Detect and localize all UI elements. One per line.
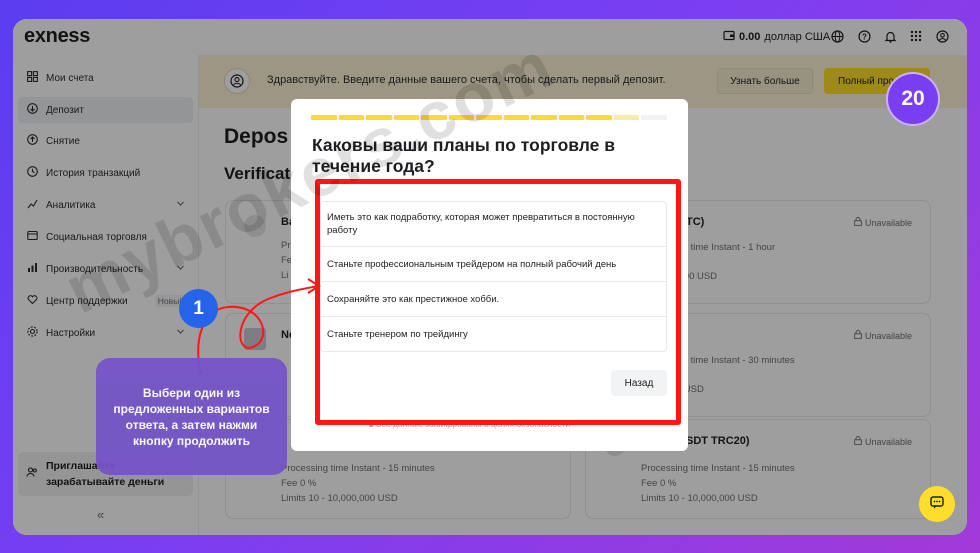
progress-segment	[558, 115, 584, 120]
highlight-frame	[315, 179, 681, 425]
progress-segment	[586, 115, 612, 120]
instruction-tooltip: Выбери один из предложенных вариантов от…	[96, 358, 287, 475]
step-counter-badge: 20	[886, 72, 940, 126]
progress-segment	[503, 115, 529, 120]
progress-segment	[311, 115, 337, 120]
chat-icon	[929, 494, 945, 515]
progress-segment	[641, 115, 667, 120]
progress-segment	[338, 115, 364, 120]
progress-segment	[366, 115, 392, 120]
step-number-badge: 1	[179, 289, 218, 328]
question-title: Каковы ваши планы по торговле в течение …	[312, 135, 616, 176]
progress-segment	[531, 115, 557, 120]
progress-segment	[448, 115, 474, 120]
progress-segment	[613, 115, 639, 120]
progress-segment	[476, 115, 502, 120]
progress-bar	[311, 115, 667, 120]
progress-segment	[393, 115, 419, 120]
app-window: exness 0.00 доллар США ? Мои счета Депоз…	[13, 19, 967, 535]
progress-segment	[421, 115, 447, 120]
chat-button[interactable]	[919, 486, 955, 522]
